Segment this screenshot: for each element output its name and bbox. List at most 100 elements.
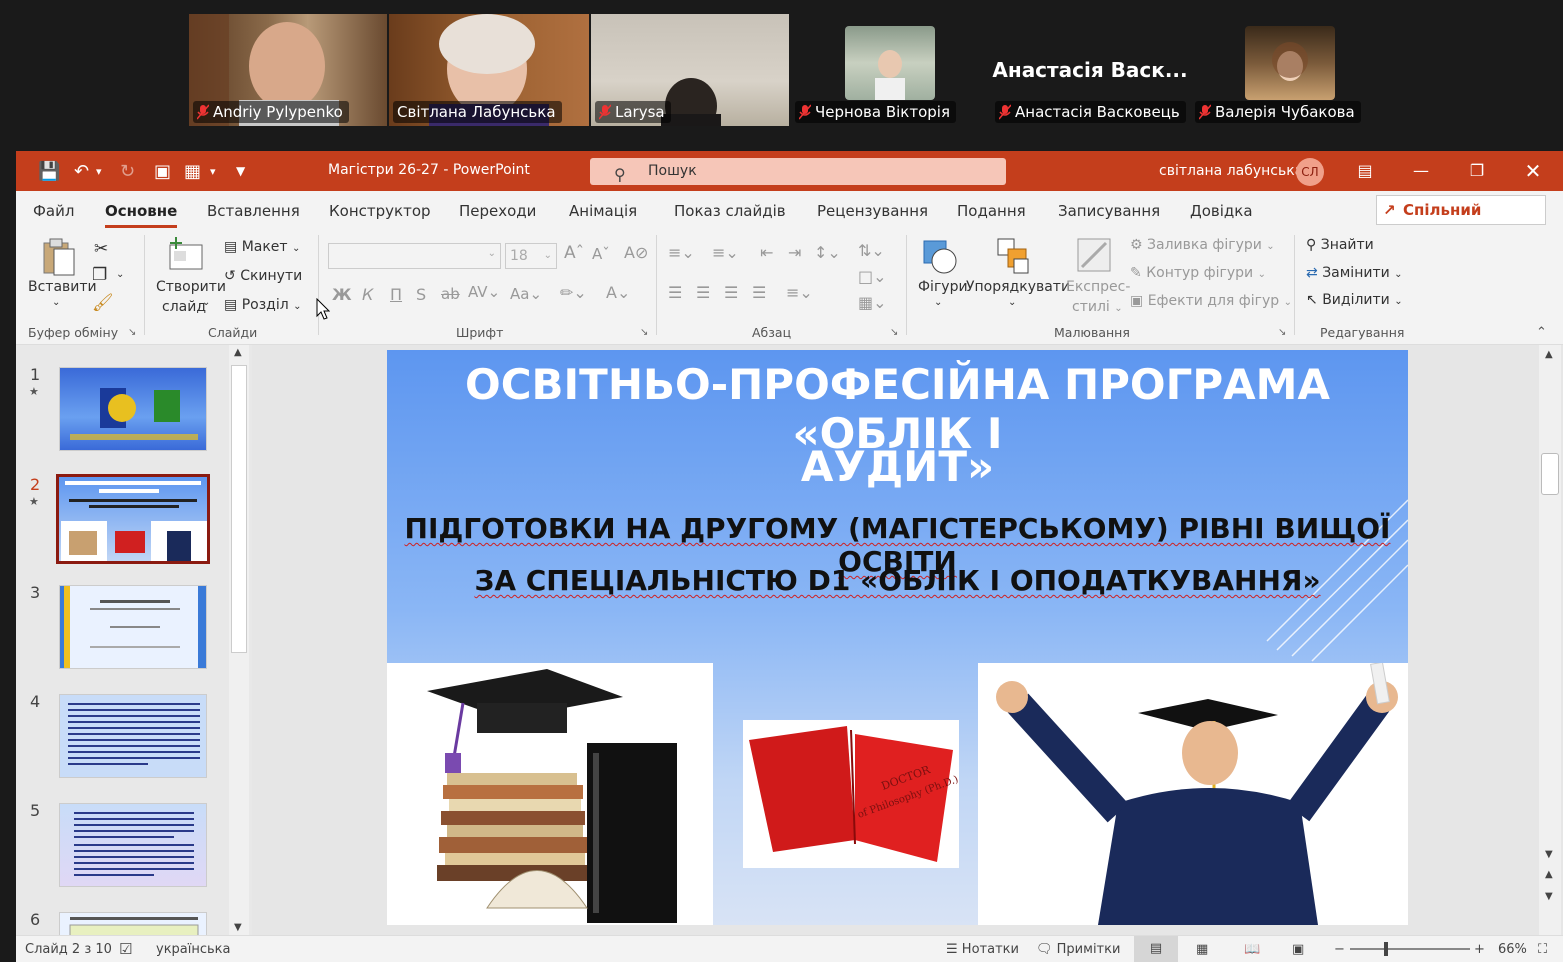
dialog-launcher-icon[interactable]: ↘ xyxy=(890,327,898,338)
close-icon[interactable]: ✕ xyxy=(1518,159,1548,183)
quick-styles-button-label[interactable]: стилі ⌄ xyxy=(1072,299,1123,315)
text-direction-icon[interactable]: ⇅⌄ xyxy=(858,241,885,260)
find-button[interactable]: ⚲ Знайти xyxy=(1306,237,1374,253)
bold-icon[interactable]: Ж xyxy=(332,285,352,304)
zoom-out-icon[interactable]: − xyxy=(1334,942,1345,957)
decrease-indent-icon[interactable]: ⇤ xyxy=(760,243,773,262)
scroll-down-icon[interactable]: ▼ xyxy=(1545,849,1553,860)
slideshow-view-icon[interactable]: ▣ xyxy=(1292,942,1304,957)
shape-outline-button[interactable]: ✎ Контур фігури ⌄ xyxy=(1130,265,1266,281)
arrange-icon[interactable] xyxy=(994,237,1034,277)
tab-transitions[interactable]: Переходи xyxy=(459,202,536,220)
shapes-button[interactable]: Фігури xyxy=(918,279,968,295)
zoom-level[interactable]: 66% xyxy=(1498,942,1527,957)
slide-thumbnail[interactable] xyxy=(59,803,207,887)
strikethrough-icon[interactable]: ab xyxy=(441,285,460,303)
new-slide-button-label[interactable]: слайд xyxy=(162,299,206,315)
customize-toolbar-icon[interactable]: ▼ xyxy=(236,164,245,178)
slide-canvas[interactable]: ОСВІТНЬО-ПРОФЕСІЙНА ПРОГРАМА «ОБЛІК І АУ… xyxy=(387,350,1408,925)
align-right-icon[interactable]: ☰ xyxy=(724,283,738,302)
format-painter-icon[interactable]: 🖌 xyxy=(92,293,114,313)
ribbon-display-icon[interactable]: ▤ xyxy=(1350,159,1380,183)
character-spacing-icon[interactable]: AV⌄ xyxy=(468,283,500,301)
tab-help[interactable]: Довідка xyxy=(1190,202,1253,220)
dialog-launcher-icon[interactable]: ↘ xyxy=(1278,327,1286,338)
align-text-icon[interactable]: □⌄ xyxy=(858,267,887,286)
slide-scrollbar[interactable]: ▲ ▼ ▲ ▼ xyxy=(1539,345,1561,935)
smartart-icon[interactable]: ▦⌄ xyxy=(858,293,887,312)
zoom-in-icon[interactable]: + xyxy=(1474,942,1485,957)
paste-icon[interactable] xyxy=(40,237,78,277)
select-button[interactable]: ↖ Виділити ⌄ xyxy=(1306,292,1403,308)
slide-thumbnail-selected[interactable] xyxy=(56,474,210,564)
shapes-icon[interactable] xyxy=(920,237,960,277)
paste-button[interactable]: Вставити xyxy=(28,279,97,295)
underline-icon[interactable]: П xyxy=(390,285,402,304)
slide-thumbnail[interactable] xyxy=(59,694,207,778)
align-center-icon[interactable]: ☰ xyxy=(696,283,710,302)
numbering-icon[interactable]: ≡⌄ xyxy=(712,243,739,262)
slide-thumbnail[interactable] xyxy=(59,585,207,669)
justify-icon[interactable]: ☰ xyxy=(752,283,766,302)
books-image[interactable] xyxy=(387,663,713,925)
tab-animations[interactable]: Анімація xyxy=(569,202,637,220)
tab-insert[interactable]: Вставлення xyxy=(207,202,300,220)
slide-thumbnail[interactable] xyxy=(59,912,207,935)
new-slide-button[interactable]: Створити xyxy=(156,279,226,295)
align-left-icon[interactable]: ☰ xyxy=(668,283,682,302)
minimize-icon[interactable]: — xyxy=(1406,159,1436,183)
layout-button[interactable]: ▤ Макет ⌄ xyxy=(224,239,300,255)
chevron-down-icon[interactable]: ⌄ xyxy=(202,297,210,308)
bullets-icon[interactable]: ≡⌄ xyxy=(668,243,695,262)
tab-review[interactable]: Рецензування xyxy=(817,202,928,220)
tab-home[interactable]: Основне xyxy=(105,202,178,228)
change-case-icon[interactable]: Aa⌄ xyxy=(510,285,542,303)
chevron-down-icon[interactable]: ▾ xyxy=(210,165,216,178)
increase-indent-icon[interactable]: ⇥ xyxy=(788,243,801,262)
cut-icon[interactable]: ✂ xyxy=(94,239,108,259)
normal-view-icon[interactable]: ▤ xyxy=(1134,936,1178,962)
slideshow-icon[interactable]: ▣ xyxy=(154,161,171,182)
scroll-thumb[interactable] xyxy=(1541,453,1559,495)
slide-thumbnail[interactable] xyxy=(59,367,207,451)
layout-icon[interactable]: ▦ xyxy=(184,161,201,182)
tab-file[interactable]: Файл xyxy=(33,202,74,220)
copy-icon[interactable]: ❐ xyxy=(92,265,107,285)
previous-slide-icon[interactable]: ▲ xyxy=(1545,869,1553,880)
tab-slideshow[interactable]: Показ слайдів xyxy=(674,202,786,220)
chevron-down-icon[interactable]: ⌄ xyxy=(934,297,942,308)
dialog-launcher-icon[interactable]: ↘ xyxy=(640,327,648,338)
clear-formatting-icon[interactable]: A⊘ xyxy=(624,243,648,262)
scroll-up-icon[interactable]: ▲ xyxy=(234,347,242,358)
tab-view[interactable]: Подання xyxy=(957,202,1026,220)
scroll-up-icon[interactable]: ▲ xyxy=(1545,349,1553,360)
quick-styles-icon[interactable] xyxy=(1076,237,1114,277)
highlight-icon[interactable]: ✏⌄ xyxy=(560,283,587,302)
chevron-down-icon[interactable]: ⌄ xyxy=(52,297,60,308)
undo-icon[interactable]: ↶ xyxy=(74,161,89,182)
share-button[interactable]: ↗ Спільний доступ xyxy=(1376,195,1546,247)
notes-button[interactable]: ☰ Нотатки xyxy=(946,942,1019,957)
quick-styles-button[interactable]: Експрес- xyxy=(1066,279,1130,295)
chevron-down-icon[interactable]: ▾ xyxy=(96,165,102,178)
columns-icon[interactable]: ≡⌄ xyxy=(786,283,813,302)
font-size-select[interactable]: 18 ⌄ xyxy=(505,243,557,269)
shape-fill-button[interactable]: ⚙ Заливка фігури ⌄ xyxy=(1130,237,1275,253)
language-indicator[interactable]: українська xyxy=(156,942,231,957)
shrink-font-icon[interactable]: Aˇ xyxy=(592,245,610,263)
scroll-thumb[interactable] xyxy=(231,365,247,653)
save-icon[interactable]: 💾 xyxy=(38,161,60,182)
tab-design[interactable]: Конструктор xyxy=(329,202,431,220)
reset-button[interactable]: ↺ Скинути xyxy=(224,268,302,284)
participant-tile[interactable]: Анастасія Васк... Анастасія Васковець xyxy=(991,14,1189,126)
shadow-icon[interactable]: S xyxy=(416,285,426,304)
participant-tile[interactable]: Чернова Вікторія xyxy=(791,14,989,126)
search-input[interactable]: ⚲ Пошук xyxy=(590,158,1006,185)
graduate-image[interactable] xyxy=(978,661,1408,925)
participant-tile-active[interactable]: Світлана Лабунська xyxy=(389,14,589,126)
diploma-image[interactable]: DOCTOR of Philosophy (Ph.D.) xyxy=(743,720,960,868)
participant-tile[interactable]: Валерія Чубакова xyxy=(1191,14,1389,126)
next-slide-icon[interactable]: ▼ xyxy=(1545,891,1553,902)
chevron-down-icon[interactable]: ⌄ xyxy=(1008,297,1016,308)
thumbnails-scrollbar[interactable]: ▲ ▼ xyxy=(229,345,249,935)
